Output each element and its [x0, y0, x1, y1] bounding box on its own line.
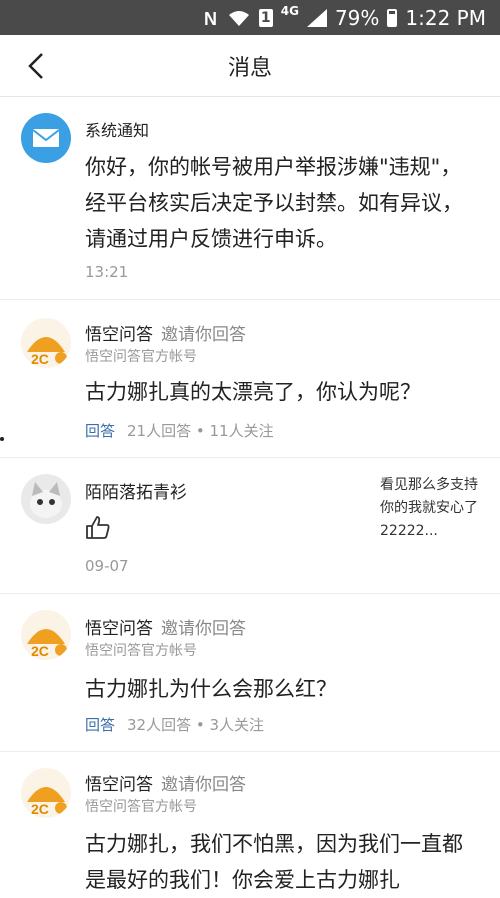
question-meta: 回答 32人回答 • 3人关注 [85, 714, 264, 735]
invite-label: 邀请你回答 [161, 775, 246, 795]
list-item-invite[interactable]: 2C 悟空问答 邀请你回答 悟空问答官方帐号 古力娜扎真的太漂亮了，你认为呢？ 回… [0, 300, 500, 458]
battery-icon [387, 8, 398, 27]
sender-subtitle: 悟空问答官方帐号 [85, 799, 197, 815]
svg-text:2C: 2C [31, 643, 49, 659]
question-text: 古力娜扎真的太漂亮了，你认为呢？ [85, 380, 421, 404]
sender-name: 悟空问答 邀请你回答 [85, 619, 246, 639]
sender-name: 悟空问答 邀请你回答 [85, 775, 246, 795]
network-type: 4G [280, 3, 299, 18]
wifi-icon [227, 9, 251, 27]
question-stats: 32人回答 • 3人关注 [127, 716, 265, 734]
wukong-avatar: 2C [21, 768, 71, 818]
question-text: 古力娜扎，我们不怕黑，因为我们一直都是最好的我们！你会爱上古力娜扎 [85, 832, 463, 892]
sender-subtitle: 悟空问答官方帐号 [85, 349, 197, 365]
answer-link[interactable]: 回答 [85, 716, 115, 734]
svg-text:2C: 2C [31, 801, 49, 817]
scroll-indicator-dot [0, 437, 4, 441]
sender-name: 悟空问答 邀请你回答 [85, 325, 246, 345]
back-arrow-icon[interactable] [22, 51, 52, 81]
list-item-invite[interactable]: 2C 悟空问答 邀请你回答 悟空问答官方帐号 古力娜扎为什么会那么红？ 回答 32人… [0, 594, 500, 752]
question-text: 古力娜扎为什么会那么红？ [85, 677, 337, 701]
battery-percent: 79% [334, 5, 380, 30]
user-avatar [21, 474, 71, 524]
thumbs-up-icon[interactable] [85, 514, 111, 540]
answer-link[interactable]: 回答 [85, 422, 115, 440]
timestamp: 13:21 [85, 263, 129, 281]
timestamp: 09-07 [85, 557, 129, 575]
list-item-like[interactable]: 陌陌落拓青衫 09-07 看见那么多支持你的我就安心了22222... [0, 458, 500, 594]
notice-text: 你好，你的帐号被用户举报涉嫌"违规"，经平台核实后决定予以封禁。如有异议，请通过… [85, 155, 463, 251]
sender-name: 系统通知 [85, 121, 150, 140]
clock: 1:22 PM [405, 5, 486, 30]
question-meta: 回答 21人回答 • 11人关注 [85, 420, 274, 441]
svg-text:N: N [204, 9, 217, 27]
list-item-system-notice[interactable]: 系统通知 你好，你的帐号被用户举报涉嫌"违规"，经平台核实后决定予以封禁。如有异… [0, 97, 500, 300]
nfc-icon: N [203, 9, 219, 27]
mail-icon [21, 113, 71, 163]
list-item-invite[interactable]: 2C 悟空问答 邀请你回答 悟空问答官方帐号 古力娜扎，我们不怕黑，因为我们一直都… [0, 752, 500, 892]
status-bar: N 1 4G 79% 1:22 PM [0, 0, 500, 35]
signal-icon [306, 8, 327, 27]
invite-label: 邀请你回答 [161, 325, 246, 345]
wukong-avatar: 2C [21, 610, 71, 660]
sender-name: 陌陌落拓青衫 [85, 483, 187, 503]
svg-text:2C: 2C [31, 351, 49, 367]
quoted-text: 看见那么多支持你的我就安心了22222... [380, 477, 478, 539]
wukong-avatar: 2C [21, 318, 71, 368]
sender-subtitle: 悟空问答官方帐号 [85, 643, 197, 659]
sim-icon: 1 [258, 8, 273, 27]
page-title: 消息 [227, 55, 272, 81]
question-stats: 21人回答 • 11人关注 [127, 422, 274, 440]
nav-bar: 消息 [0, 35, 500, 97]
invite-label: 邀请你回答 [161, 619, 246, 639]
